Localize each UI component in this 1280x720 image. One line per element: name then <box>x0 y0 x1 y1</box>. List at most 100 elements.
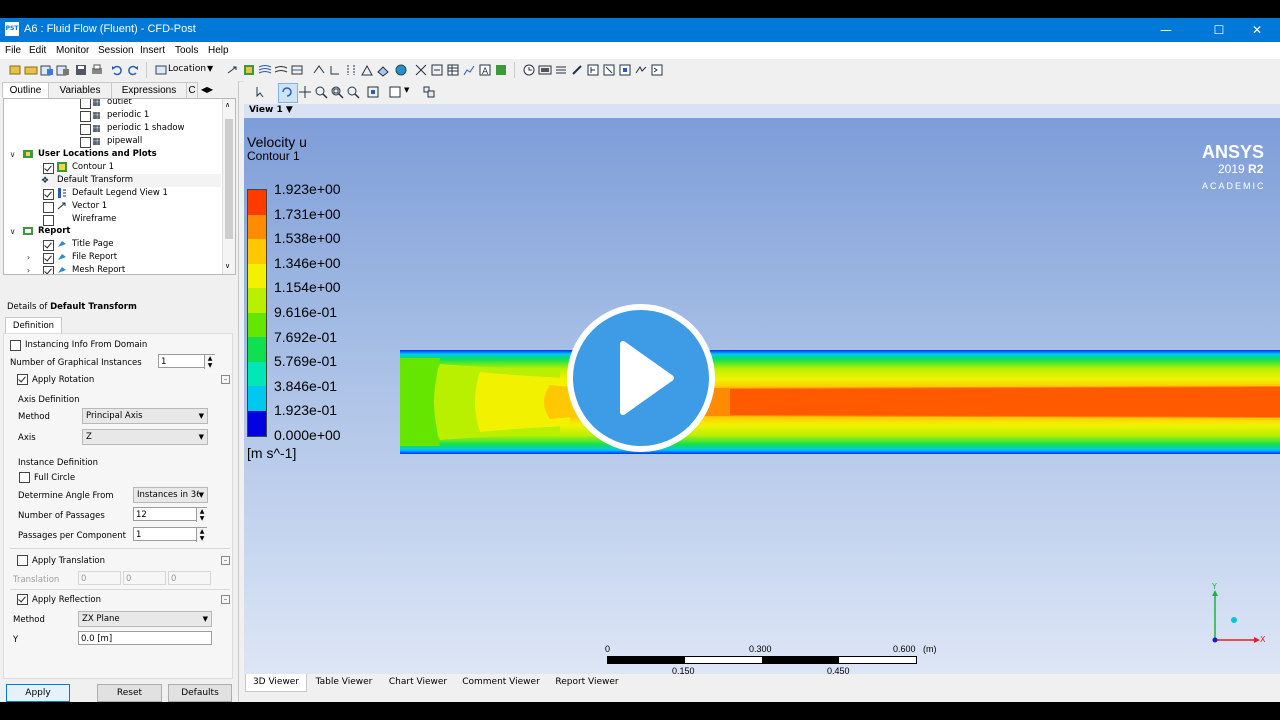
zoom-fit-icon[interactable] <box>346 85 360 99</box>
select-icon[interactable] <box>254 85 268 99</box>
legend-checkbox[interactable] <box>43 189 54 200</box>
chevron-down-icon[interactable]: ▼ <box>207 64 213 73</box>
annotation-icon[interactable]: A <box>478 63 492 77</box>
menu-tools[interactable]: Tools <box>175 45 198 56</box>
viewport-layout-icon[interactable] <box>388 85 402 99</box>
scroll-down-icon[interactable]: ∨ <box>225 262 230 270</box>
load-results-icon[interactable] <box>40 63 54 77</box>
spinner-icon[interactable]: ▲ ▼ <box>204 355 215 369</box>
chart-icon[interactable] <box>462 63 476 77</box>
open-icon[interactable] <box>24 63 38 77</box>
collapse-icon[interactable]: – <box>221 375 230 384</box>
periodic-1-shadow-checkbox[interactable] <box>80 124 91 135</box>
tab-comment-viewer[interactable]: Comment Viewer <box>458 674 544 691</box>
apply-translation-checkbox[interactable] <box>17 555 28 566</box>
zoom-icon[interactable] <box>314 85 328 99</box>
3d-viewer[interactable]: View 1 ▼ Velocity u Contour 1 1.923e+00 … <box>244 104 1280 674</box>
chevron-right-icon[interactable]: › <box>24 266 33 274</box>
defaults-button[interactable]: Defaults <box>168 684 232 702</box>
menu-insert[interactable]: Insert <box>140 45 165 56</box>
timestep-icon[interactable] <box>522 63 536 77</box>
file-report-checkbox[interactable] <box>43 253 54 264</box>
probe-icon[interactable] <box>570 63 584 77</box>
mesh-report-checkbox[interactable] <box>43 266 54 274</box>
play-icon[interactable] <box>567 304 715 452</box>
function-calculator-icon[interactable] <box>586 63 600 77</box>
new-icon[interactable] <box>8 63 22 77</box>
fit-view-icon[interactable] <box>366 85 380 99</box>
tab-table-viewer[interactable]: Table Viewer <box>308 674 380 691</box>
tab-scroll-arrows[interactable]: ◀▶ <box>197 83 217 96</box>
expand-icon[interactable]: ∨ <box>8 227 17 236</box>
tab-variables[interactable]: Variables <box>48 82 112 98</box>
apply-button[interactable]: Apply <box>6 684 70 702</box>
close-results-icon[interactable] <box>56 63 70 77</box>
scroll-thumb[interactable] <box>225 119 233 239</box>
reflection-method-dropdown[interactable]: ZX Plane ▼ <box>78 611 212 627</box>
reset-button[interactable]: Reset <box>97 684 162 702</box>
translation-x-field[interactable]: 0 <box>78 571 121 585</box>
macro-calculator-icon[interactable] <box>602 63 616 77</box>
calculator-icon[interactable] <box>430 63 444 77</box>
collapse-icon[interactable]: – <box>221 556 230 565</box>
print-icon[interactable] <box>90 63 104 77</box>
spinner-icon[interactable]: ▲ ▼ <box>196 528 207 542</box>
close-icon[interactable]: ✕ <box>1234 18 1280 42</box>
rotate-icon[interactable] <box>280 85 294 99</box>
chevron-down-icon[interactable]: ▼ <box>404 86 409 94</box>
tab-chart-viewer[interactable]: Chart Viewer <box>384 674 452 691</box>
redo-icon[interactable] <box>126 63 140 77</box>
minimize-icon[interactable]: — <box>1143 18 1189 42</box>
vector-1-checkbox[interactable] <box>43 202 54 213</box>
menu-edit[interactable]: Edit <box>29 45 46 56</box>
save-icon[interactable] <box>74 63 88 77</box>
translation-y-field[interactable]: 0 <box>123 571 166 585</box>
spinner-icon[interactable]: ▲ ▼ <box>196 508 207 522</box>
outlet-checkbox[interactable] <box>80 99 91 109</box>
polyline-tool-icon[interactable] <box>344 63 358 77</box>
zoom-box-icon[interactable] <box>330 85 344 99</box>
tab-report-viewer[interactable]: Report Viewer <box>550 674 624 691</box>
menu-monitor[interactable]: Monitor <box>56 45 89 56</box>
case-comparison-icon[interactable] <box>634 63 648 77</box>
pipewall-checkbox[interactable] <box>80 137 91 148</box>
scroll-up-icon[interactable]: ∧ <box>225 101 230 109</box>
quick-editor-icon[interactable] <box>554 63 568 77</box>
globe-icon[interactable] <box>394 63 408 77</box>
location-dropdown[interactable]: Location <box>168 64 206 74</box>
axis-dropdown[interactable]: Z ▼ <box>82 429 208 445</box>
view-selector[interactable]: View 1 ▼ <box>249 105 293 115</box>
collapse-icon[interactable]: – <box>221 595 230 604</box>
detach-icon[interactable] <box>422 85 436 99</box>
tab-3d-viewer[interactable]: 3D Viewer <box>245 674 307 692</box>
command-editor-icon[interactable] <box>650 63 664 77</box>
translation-z-field[interactable]: 0 <box>168 571 211 585</box>
tab-definition[interactable]: Definition <box>5 317 62 334</box>
mesh-tool-icon[interactable] <box>414 63 428 77</box>
y-field[interactable]: 0.0 [m] <box>78 631 212 645</box>
plane-tool-icon[interactable] <box>376 63 390 77</box>
full-circle-checkbox[interactable] <box>19 472 30 483</box>
streamline-tool-icon[interactable] <box>258 63 272 77</box>
apply-reflection-checkbox[interactable] <box>17 594 28 605</box>
clock-tool-icon[interactable] <box>328 63 342 77</box>
menu-help[interactable]: Help <box>208 45 229 56</box>
table-icon[interactable] <box>446 63 460 77</box>
mesh-calculator-icon[interactable] <box>618 63 632 77</box>
contour-1-checkbox[interactable] <box>43 163 54 174</box>
particle-track-icon[interactable] <box>274 63 288 77</box>
volume-rendering-icon[interactable] <box>290 63 304 77</box>
menu-session[interactable]: Session <box>98 45 134 56</box>
contour-tool-icon[interactable] <box>242 63 256 77</box>
vector-tool-icon[interactable] <box>226 63 240 77</box>
menu-file[interactable]: File <box>5 45 21 56</box>
determine-angle-dropdown[interactable]: Instances in 36 ▼ <box>133 487 208 503</box>
expand-icon[interactable]: ∨ <box>8 150 17 159</box>
periodic-1-checkbox[interactable] <box>80 111 91 122</box>
method-dropdown[interactable]: Principal Axis ▼ <box>82 408 208 424</box>
tab-outline[interactable]: Outline <box>2 82 49 98</box>
chevron-right-icon[interactable]: › <box>24 253 33 262</box>
location-icon[interactable] <box>154 63 168 77</box>
tree-scrollbar[interactable]: ∧ ∨ <box>222 99 235 274</box>
undo-icon[interactable] <box>110 63 124 77</box>
